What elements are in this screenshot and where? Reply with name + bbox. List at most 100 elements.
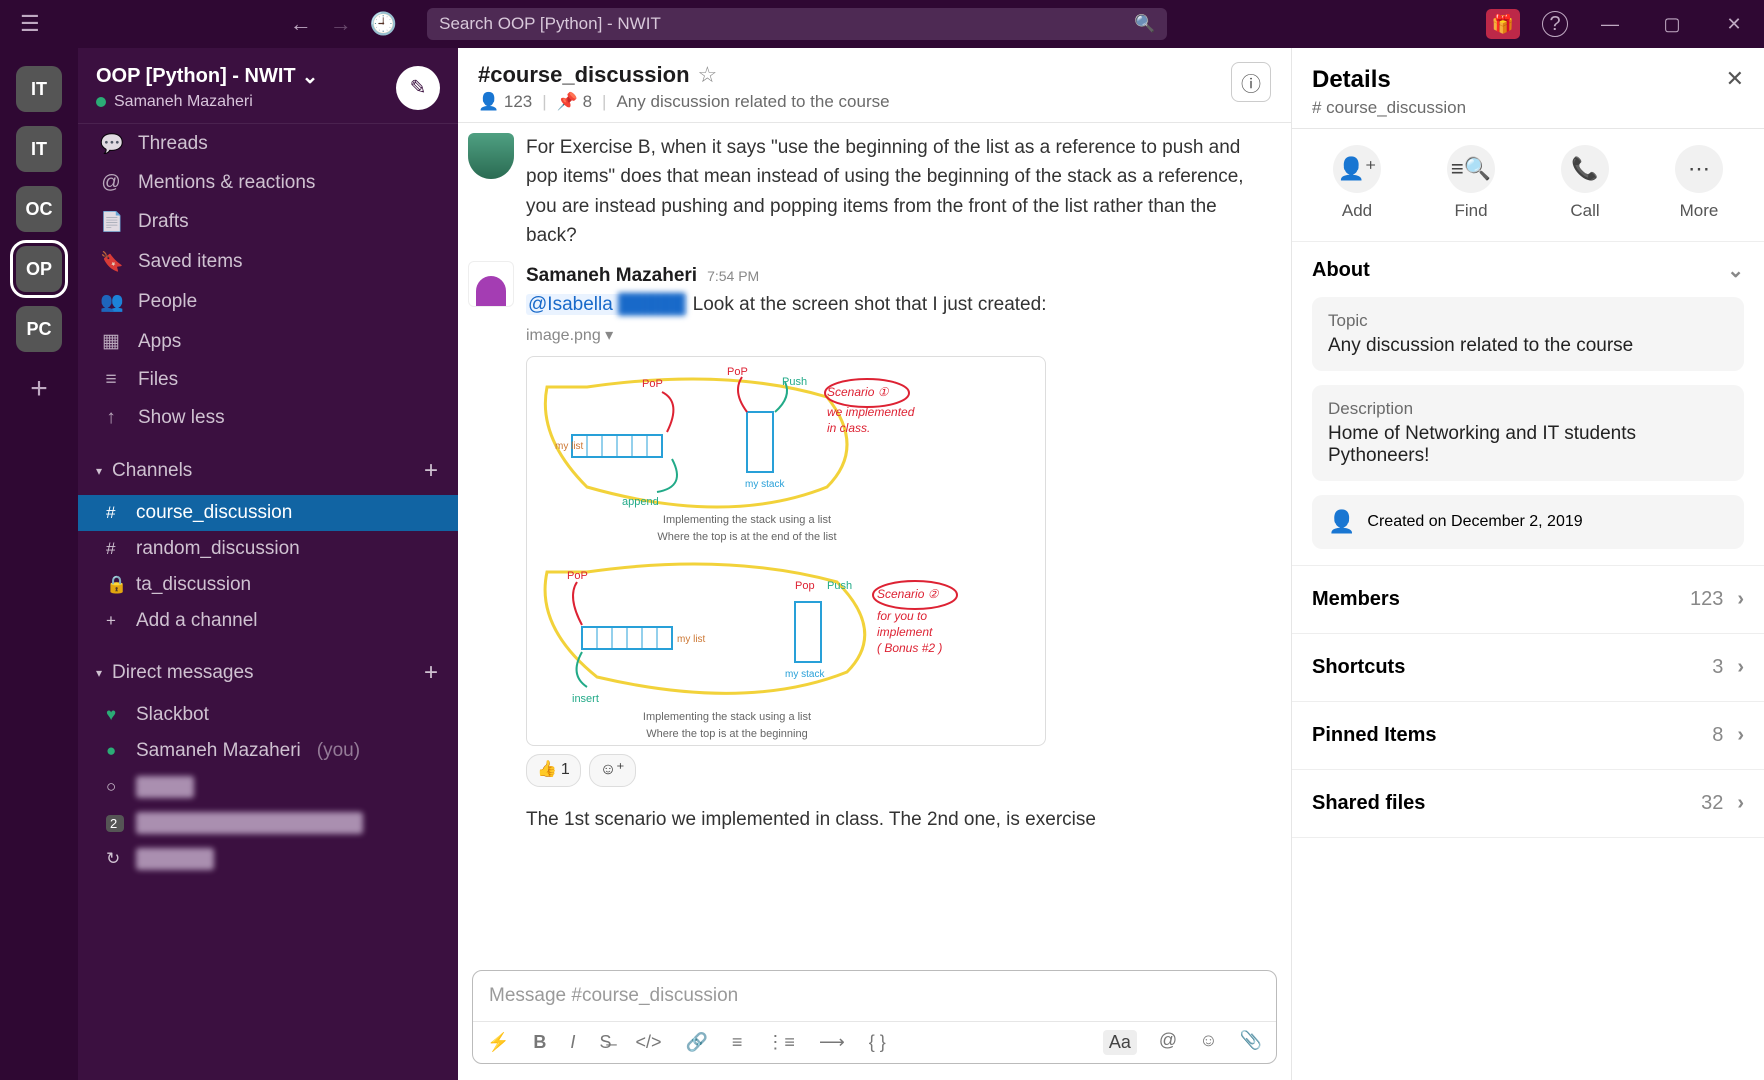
format-icon[interactable]: Aa <box>1103 1030 1137 1055</box>
hamburger-icon[interactable]: ☰ <box>10 11 50 37</box>
codeblock-icon[interactable]: { } <box>869 1032 886 1053</box>
gift-icon[interactable]: 🎁 <box>1486 9 1520 39</box>
shortcuts-row[interactable]: Shortcuts3› <box>1292 634 1764 702</box>
emoji-icon[interactable]: ☺ <box>1199 1030 1217 1055</box>
add-channel[interactable]: +Add a channel <box>78 603 458 639</box>
channel-item[interactable]: #course_discussion <box>78 495 458 531</box>
topic-box[interactable]: Topic Any discussion related to the cour… <box>1312 297 1744 371</box>
sidebar: OOP [Python] - NWIT⌄ Samaneh Mazaheri ✎ … <box>78 48 458 1080</box>
dm-item[interactable]: 2Dawood, Mir Aamir Alikhan <box>78 805 458 841</box>
help-icon[interactable]: ? <box>1542 11 1568 37</box>
presence-dot <box>96 97 106 107</box>
members-count[interactable]: 👤 123 <box>478 92 532 112</box>
channel-item[interactable]: 🔒ta_discussion <box>78 567 458 603</box>
channels-section[interactable]: ▾ Channels + <box>78 447 458 495</box>
search-icon: 🔍 <box>1134 14 1155 34</box>
formatting-toolbar: ⚡ B I S̶ </> 🔗 ≡ ⋮≡ ⟶ { } Aa @ ☺ 📎 <box>473 1021 1276 1063</box>
workspace-item[interactable]: PC <box>16 306 62 352</box>
sidebar-mentions[interactable]: @Mentions & reactions <box>78 164 458 202</box>
quote-icon[interactable]: ⟶ <box>819 1032 845 1053</box>
sidebar-people[interactable]: 👥People <box>78 282 458 322</box>
maximize-icon[interactable]: ▢ <box>1652 14 1692 35</box>
link-icon[interactable]: 🔗 <box>685 1032 707 1053</box>
dm-item[interactable]: ○Ajmain <box>78 769 458 805</box>
channel-pane: #course_discussion☆ 👤 123| 📌 8| Any disc… <box>458 48 1292 1080</box>
dm-item[interactable]: ↻Kevin Lia <box>78 841 458 877</box>
more-action[interactable]: ⋯More <box>1675 145 1723 221</box>
composer-input[interactable]: Message #course_discussion <box>473 971 1276 1021</box>
svg-text:my stack: my stack <box>785 669 825 680</box>
description-box[interactable]: Description Home of Networking and IT st… <box>1312 385 1744 481</box>
message-author[interactable]: Samaneh Mazaheri <box>526 261 697 290</box>
ol-icon[interactable]: ≡ <box>732 1032 743 1053</box>
reaction[interactable]: 👍 1 <box>526 754 581 787</box>
channel-info-icon[interactable]: ⓘ <box>1231 62 1271 102</box>
forward-icon[interactable]: → <box>330 11 352 37</box>
bold-icon[interactable]: B <box>533 1032 546 1053</box>
message-composer[interactable]: Message #course_discussion ⚡ B I S̶ </> … <box>472 970 1277 1064</box>
dm-item[interactable]: ●Samaneh Mazaheri (you) <box>78 733 458 769</box>
mention[interactable]: @Isabella █████ <box>526 294 687 315</box>
add-workspace-icon[interactable]: + <box>30 372 48 406</box>
ul-icon[interactable]: ⋮≡ <box>766 1032 795 1053</box>
workspace-item-active[interactable]: OP <box>16 246 62 292</box>
files-row[interactable]: Shared files32› <box>1292 770 1764 838</box>
pins-count[interactable]: 📌 8 <box>557 92 592 112</box>
attach-icon[interactable]: 📎 <box>1240 1030 1262 1055</box>
minimize-icon[interactable]: — <box>1590 14 1630 35</box>
image-attachment[interactable]: my list PoP append my stack PoP Push <box>526 356 1046 746</box>
pinned-row[interactable]: Pinned Items8› <box>1292 702 1764 770</box>
person-icon: 👤 <box>1328 509 1355 535</box>
dm-section[interactable]: ▾ Direct messages + <box>78 649 458 697</box>
dm-item[interactable]: ♥Slackbot <box>78 697 458 733</box>
compose-button[interactable]: ✎ <box>396 66 440 110</box>
close-icon[interactable]: ✕ <box>1714 14 1754 35</box>
workspace-item[interactable]: IT <box>16 126 62 172</box>
mention-icon[interactable]: @ <box>1159 1030 1177 1055</box>
people-icon: 👥 <box>100 290 122 314</box>
channel-item[interactable]: #random_discussion <box>78 531 458 567</box>
chevron-up-icon: ↑ <box>100 407 122 429</box>
sidebar-header[interactable]: OOP [Python] - NWIT⌄ Samaneh Mazaheri ✎ <box>78 48 458 124</box>
shortcuts-icon[interactable]: ⚡ <box>487 1032 509 1053</box>
history-icon[interactable]: 🕘 <box>370 11 397 37</box>
avatar[interactable] <box>468 261 514 307</box>
sidebar-files[interactable]: ≡Files <box>78 361 458 399</box>
chevron-down-icon: ⌄ <box>1727 258 1744 283</box>
sidebar-showless[interactable]: ↑Show less <box>78 399 458 437</box>
message-text: For Exercise B, when it says "use the be… <box>526 133 1271 251</box>
message-list[interactable]: For Exercise B, when it says "use the be… <box>458 123 1291 962</box>
svg-text:PoP: PoP <box>642 378 663 390</box>
files-icon: ≡ <box>100 369 122 391</box>
close-details-icon[interactable]: ✕ <box>1726 66 1744 92</box>
code-icon[interactable]: </> <box>635 1032 661 1053</box>
sidebar-saved[interactable]: 🔖Saved items <box>78 242 458 282</box>
add-channel-icon[interactable]: + <box>424 457 438 485</box>
attachment-name[interactable]: image.png ▾ <box>526 324 1271 349</box>
about-section[interactable]: About⌄ Topic Any discussion related to t… <box>1292 242 1764 566</box>
strike-icon[interactable]: S̶ <box>599 1032 611 1053</box>
star-icon[interactable]: ☆ <box>698 62 718 88</box>
find-action[interactable]: ≡🔍Find <box>1447 145 1495 221</box>
workspace-item[interactable]: OC <box>16 186 62 232</box>
find-icon: ≡🔍 <box>1447 145 1495 193</box>
sidebar-apps[interactable]: ▦Apps <box>78 322 458 361</box>
chevron-right-icon: › <box>1737 724 1744 747</box>
svg-text:Push: Push <box>782 376 807 388</box>
created-box: 👤 Created on December 2, 2019 <box>1312 495 1744 549</box>
add-reaction-icon[interactable]: ☺⁺ <box>589 754 636 787</box>
add-dm-icon[interactable]: + <box>424 659 438 687</box>
members-row[interactable]: Members123› <box>1292 566 1764 634</box>
channel-title[interactable]: #course_discussion <box>478 62 690 88</box>
italic-icon[interactable]: I <box>570 1032 575 1053</box>
add-action[interactable]: 👤⁺Add <box>1333 145 1381 221</box>
workspace-item[interactable]: IT <box>16 66 62 112</box>
back-icon[interactable]: ← <box>290 11 312 37</box>
call-action[interactable]: 📞Call <box>1561 145 1609 221</box>
channel-topic[interactable]: Any discussion related to the course <box>616 92 889 112</box>
avatar[interactable] <box>468 133 514 179</box>
sidebar-drafts[interactable]: 📄Drafts <box>78 202 458 242</box>
search-input[interactable]: Search OOP [Python] - NWIT 🔍 <box>427 8 1167 40</box>
caret-icon: ▾ <box>96 666 102 680</box>
sidebar-threads[interactable]: 💬Threads <box>78 124 458 164</box>
